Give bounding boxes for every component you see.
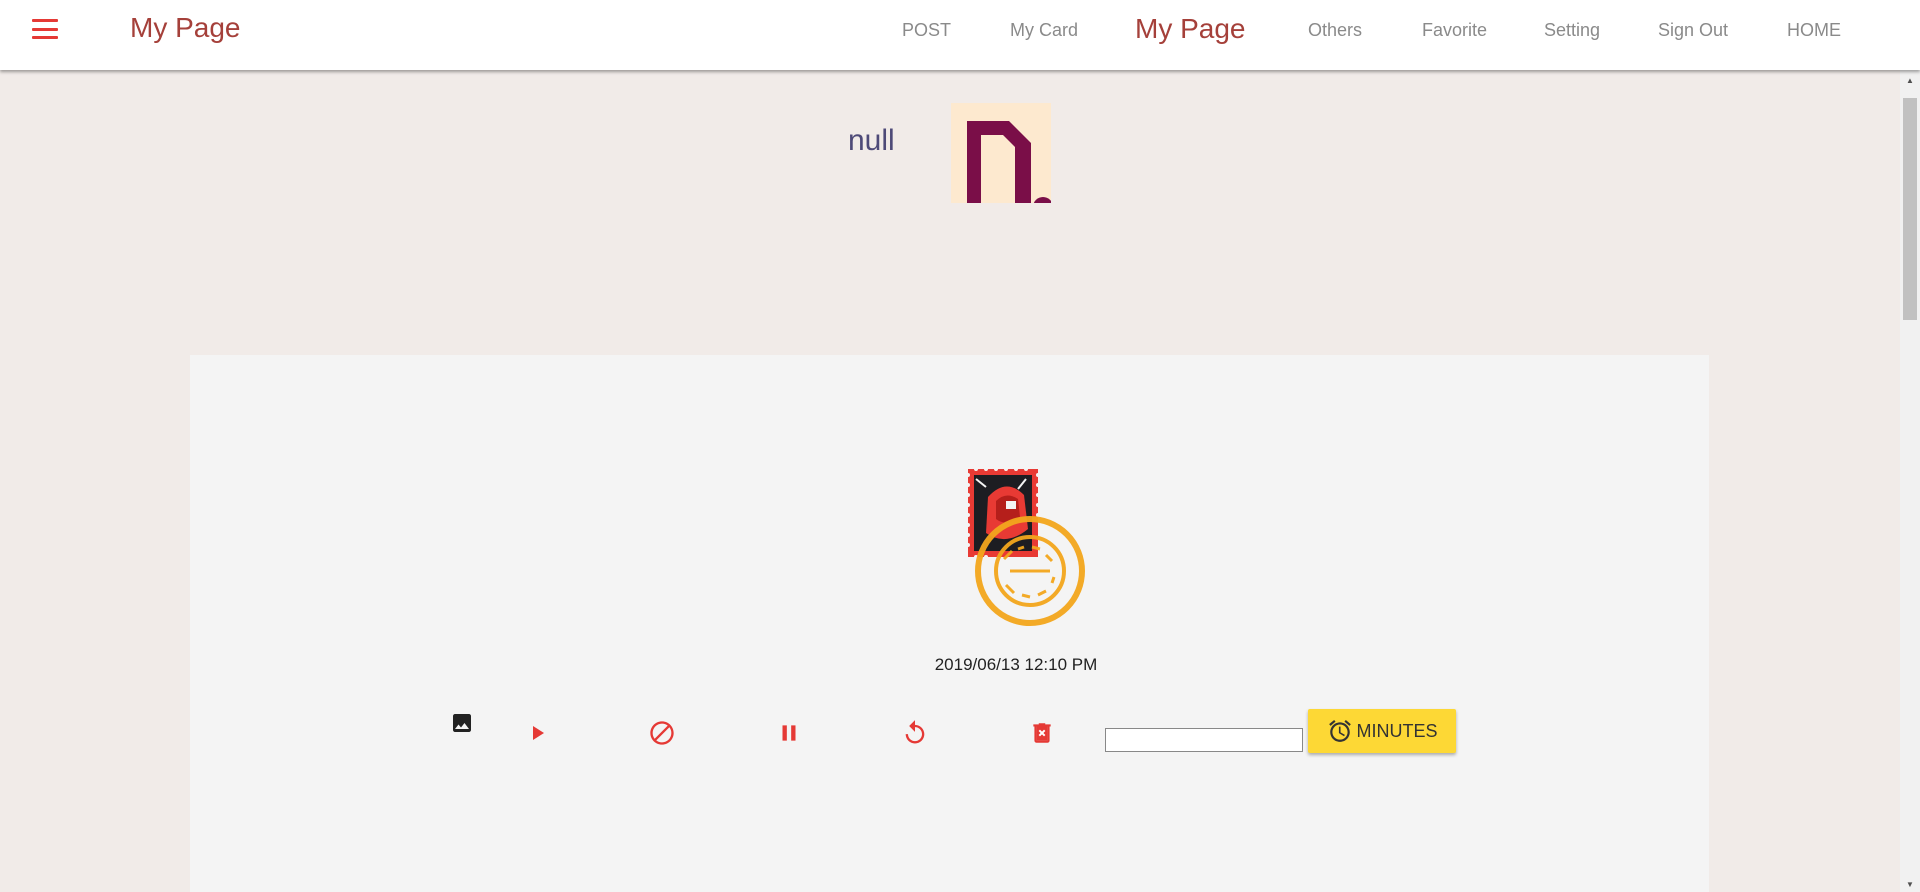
post-date: 2019/06/13 12:10 PM bbox=[934, 655, 1098, 674]
block-icon[interactable] bbox=[646, 717, 678, 749]
minutes-button[interactable]: MINUTES bbox=[1308, 709, 1456, 753]
delete-icon[interactable] bbox=[1026, 717, 1058, 749]
menu-icon[interactable] bbox=[32, 19, 58, 39]
brand-title[interactable]: My Page bbox=[130, 12, 241, 44]
nav-item-home[interactable]: HOME bbox=[1787, 20, 1841, 41]
nav-item-others[interactable]: Others bbox=[1308, 20, 1362, 41]
nav-item-post[interactable]: POST bbox=[902, 20, 951, 41]
image-icon[interactable] bbox=[446, 707, 478, 739]
replay-icon[interactable] bbox=[899, 717, 931, 749]
minutes-button-label: MINUTES bbox=[1356, 720, 1438, 741]
play-icon[interactable] bbox=[521, 717, 553, 749]
minutes-input[interactable] bbox=[1105, 728, 1303, 752]
postage-stamp-image[interactable] bbox=[966, 467, 1092, 631]
vertical-scrollbar[interactable]: ▲ ▼ bbox=[1900, 70, 1920, 892]
scroll-down-arrow-icon[interactable]: ▼ bbox=[1900, 876, 1920, 892]
top-app-bar: My Page POST My Card My Page Others Favo… bbox=[0, 0, 1920, 70]
nav-item-favorite[interactable]: Favorite bbox=[1422, 20, 1487, 41]
nav-item-my-page[interactable]: My Page bbox=[1135, 13, 1246, 45]
stamp-icon bbox=[966, 467, 1085, 626]
scrollbar-thumb[interactable] bbox=[1903, 98, 1917, 320]
profile-name: null bbox=[848, 124, 895, 157]
nav-item-setting[interactable]: Setting bbox=[1544, 20, 1600, 41]
alarm-clock-icon bbox=[1328, 720, 1351, 742]
avatar-letter-d-icon bbox=[951, 103, 1051, 203]
nav-item-my-card[interactable]: My Card bbox=[1010, 20, 1078, 41]
post-card: 2019/06/13 12:10 PM MINUTES bbox=[190, 355, 1709, 892]
scroll-up-arrow-icon[interactable]: ▲ bbox=[1900, 72, 1920, 88]
avatar[interactable] bbox=[951, 103, 1051, 203]
nav-item-sign-out[interactable]: Sign Out bbox=[1658, 20, 1728, 41]
pause-icon[interactable] bbox=[773, 717, 805, 749]
